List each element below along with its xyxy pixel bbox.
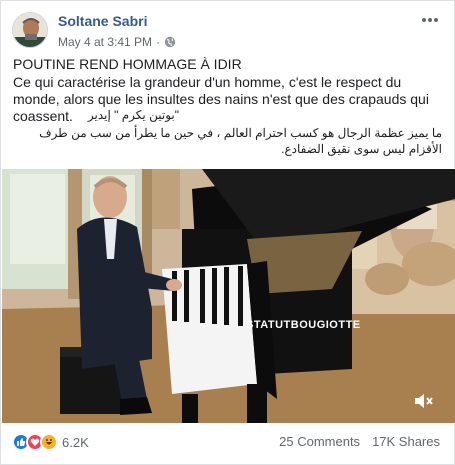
shares-count-link[interactable]: 17K Shares — [372, 434, 440, 449]
piano-brand-text: STATUTBOUGIOTTE — [246, 319, 361, 331]
post-body-arabic: ما يميز عظمة الرجال هو كسب احترام العالم… — [39, 126, 442, 156]
haha-icon — [40, 433, 58, 451]
more-options-icon[interactable] — [420, 11, 440, 29]
post-body-french: Ce qui caractérise la grandeur d'un homm… — [13, 74, 429, 124]
post-stats: 25 Comments 17K Shares — [279, 434, 440, 449]
meta-separator: · — [156, 35, 161, 49]
video-frame — [2, 169, 455, 423]
video-player[interactable]: STATUTBOUGIOTTE — [2, 169, 455, 423]
reaction-count: 6.2K — [62, 434, 89, 450]
globe-icon[interactable] — [164, 36, 176, 48]
post-meta: May 4 at 3:41 PM · — [58, 35, 176, 49]
reactions-summary[interactable]: 6.2K — [12, 433, 89, 451]
post-card: Soltane Sabri May 4 at 3:41 PM · POUTINE… — [0, 0, 455, 465]
post-title: POUTINE REND HOMMAGE À IDIR — [13, 56, 242, 72]
comments-count-link[interactable]: 25 Comments — [279, 434, 360, 449]
author-avatar[interactable] — [12, 12, 48, 48]
volume-muted-icon[interactable] — [413, 391, 435, 411]
author-name[interactable]: Soltane Sabri — [58, 13, 147, 29]
post-timestamp[interactable]: May 4 at 3:41 PM — [58, 35, 152, 49]
post-body-arabic-title: "بوتين يكرم " إيدير — [87, 108, 179, 122]
